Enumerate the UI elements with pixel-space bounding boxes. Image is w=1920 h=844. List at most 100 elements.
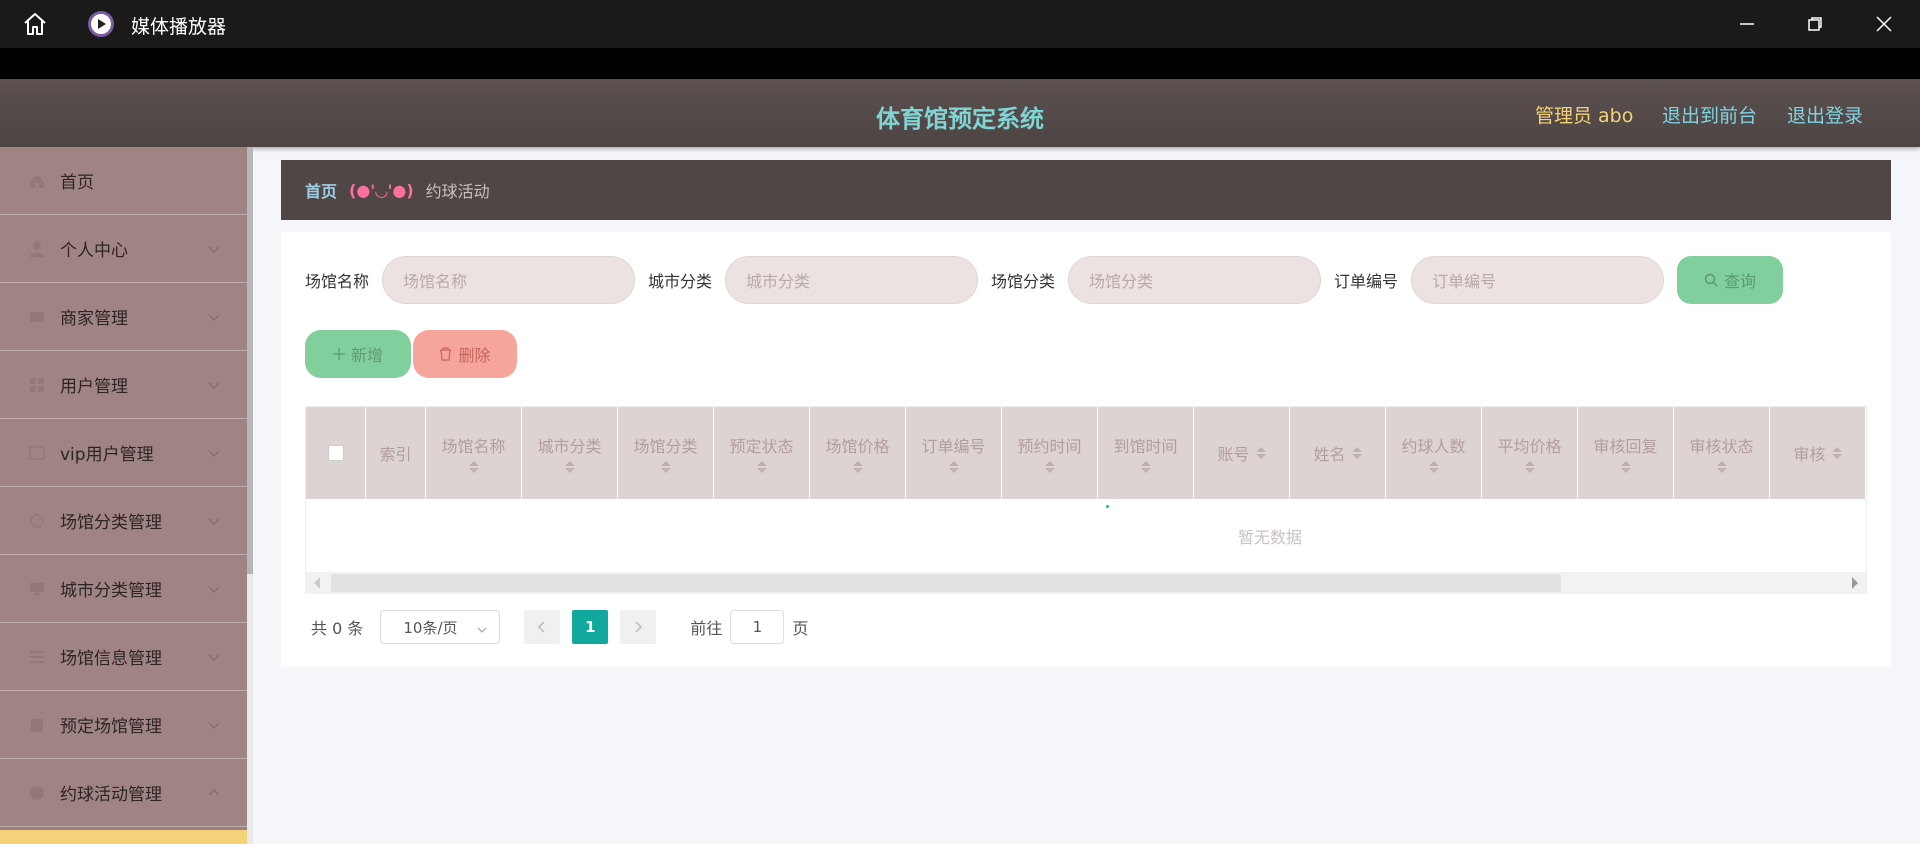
next-page-button[interactable] [620, 610, 657, 644]
delete-button[interactable]: 删除 [413, 330, 517, 378]
column-header[interactable]: 账号 [1194, 407, 1290, 499]
column-header[interactable]: 平均价格 [1482, 407, 1578, 499]
sidebar-item-user[interactable]: 用户管理 [0, 351, 247, 419]
ball-icon [28, 784, 46, 802]
column-header[interactable]: 城市分类 [522, 407, 618, 499]
query-button[interactable]: 查询 [1677, 256, 1784, 304]
breadcrumb-current: 约球活动 [425, 182, 490, 201]
sort-icon[interactable] [948, 461, 959, 473]
column-header[interactable]: 预约时间 [1002, 407, 1098, 499]
minimize-icon[interactable] [1733, 10, 1761, 38]
window-strip [0, 48, 1920, 79]
sidebar-item-label: 预定场馆管理 [60, 717, 162, 737]
column-header[interactable]: 到馆时间 [1098, 407, 1194, 499]
page-size-select[interactable]: 10条/页 [380, 610, 501, 644]
column-header[interactable]: 审核 [1770, 407, 1866, 499]
exit-to-front-link[interactable]: 退出到前台 [1662, 101, 1757, 128]
chevron-down-icon [207, 717, 221, 731]
window-titlebar: 媒体播放器 [0, 0, 1920, 48]
column-header[interactable]: 场馆名称 [426, 407, 522, 499]
sort-icon[interactable] [1255, 447, 1266, 459]
venue-category-input[interactable]: 场馆分类 [1068, 256, 1322, 304]
home-icon[interactable] [22, 11, 48, 37]
sort-icon[interactable] [468, 461, 479, 473]
column-header[interactable]: 审核状态 [1674, 407, 1770, 499]
sort-icon[interactable] [852, 461, 863, 473]
select-all-checkbox[interactable] [327, 445, 344, 461]
column-header-label: 场馆价格 [825, 437, 890, 456]
sidebar-item-venue-category[interactable]: 场馆分类管理 [0, 487, 247, 555]
grid-icon [28, 376, 46, 394]
column-header[interactable]: 预定状态 [714, 407, 810, 499]
column-header-label: 账号 [1217, 445, 1250, 464]
sort-icon[interactable] [1044, 461, 1055, 473]
sidebar-item-ball-activity[interactable]: 约球活动管理 [0, 759, 247, 827]
add-button[interactable]: 新增 [305, 330, 411, 378]
sidebar-item-vip-user[interactable]: vip用户管理 [0, 419, 247, 487]
sidebar-item-label: 场馆分类管理 [60, 513, 162, 533]
sidebar-scrollbar[interactable] [247, 147, 253, 844]
sidebar-item-label: 城市分类管理 [60, 581, 162, 601]
sort-icon[interactable] [1524, 461, 1535, 473]
column-header-label: 预定状态 [729, 437, 794, 456]
sidebar-item-booking[interactable]: 预定场馆管理 [0, 691, 247, 759]
search-form: 场馆名称 场馆名称 城市分类 城市分类 场馆分类 场馆分类 订单编号 订单编号 … [305, 256, 1784, 304]
column-header-label: 场馆名称 [441, 437, 506, 456]
sort-icon[interactable] [1831, 447, 1842, 459]
column-header[interactable]: 姓名 [1290, 407, 1386, 499]
sort-icon[interactable] [1428, 461, 1439, 473]
column-header-label: 审核状态 [1689, 437, 1754, 456]
sidebar-item-city-category[interactable]: 城市分类管理 [0, 555, 247, 623]
column-header[interactable]: 场馆价格 [810, 407, 906, 499]
page-number-current[interactable]: 1 [572, 610, 609, 644]
close-icon[interactable] [1870, 10, 1898, 38]
column-header[interactable]: 场馆分类 [618, 407, 714, 499]
goto-page-input[interactable]: 1 [730, 610, 785, 644]
loading-dot [1106, 505, 1109, 508]
city-category-input[interactable]: 城市分类 [725, 256, 979, 304]
column-header[interactable]: 订单编号 [906, 407, 1002, 499]
column-header-label: 订单编号 [921, 437, 986, 456]
sort-icon[interactable] [1351, 447, 1362, 459]
data-table: 索引 场馆名称 城市分类 场馆分类 预定状态 场馆价格 订单编号 预约时间 到馆… [305, 406, 1867, 594]
venue-category-label: 场馆分类 [991, 272, 1056, 291]
chevron-down-icon [477, 621, 487, 633]
column-header[interactable]: 约球人数 [1386, 407, 1482, 499]
play-icon [88, 11, 114, 37]
column-header-label: 到馆时间 [1113, 437, 1178, 456]
sort-icon[interactable] [564, 461, 575, 473]
sidebar-item-merchant[interactable]: 商家管理 [0, 283, 247, 351]
scroll-left-icon[interactable] [314, 577, 320, 589]
page-size-value: 10条/页 [403, 618, 458, 637]
sort-icon[interactable] [756, 461, 767, 473]
sort-icon[interactable] [1716, 461, 1727, 473]
sidebar-item-home[interactable]: 首页 [0, 147, 247, 215]
logout-link[interactable]: 退出登录 [1787, 101, 1863, 128]
window-title: 媒体播放器 [131, 16, 227, 38]
order-number-input[interactable]: 订单编号 [1411, 256, 1665, 304]
venue-name-input[interactable]: 场馆名称 [382, 256, 636, 304]
trash-icon [439, 347, 452, 361]
pagination-total: 共 0 条 [311, 619, 364, 638]
scroll-right-icon[interactable] [1852, 577, 1858, 589]
column-header-label: 审核 [1793, 445, 1826, 464]
breadcrumb-home[interactable]: 首页 [305, 178, 337, 202]
sidebar-active-submenu[interactable] [0, 830, 247, 844]
column-header-label: 索引 [379, 445, 412, 464]
table-horizontal-scrollbar[interactable] [305, 572, 1867, 594]
home-icon [28, 172, 46, 190]
chevron-down-icon [207, 445, 221, 459]
sort-icon[interactable] [1620, 461, 1631, 473]
user-icon [28, 240, 46, 258]
sort-icon[interactable] [1140, 461, 1151, 473]
sidebar-scrollbar-thumb[interactable] [247, 147, 253, 574]
sidebar-item-venue-info[interactable]: 场馆信息管理 [0, 623, 247, 691]
sidebar-item-personal-center[interactable]: 个人中心 [0, 215, 247, 283]
table-scrollbar-thumb[interactable] [331, 574, 1561, 592]
prev-page-button[interactable] [524, 610, 561, 644]
column-header[interactable]: 审核回复 [1578, 407, 1674, 499]
column-header-label: 姓名 [1313, 445, 1346, 464]
restore-icon[interactable] [1801, 10, 1829, 38]
select-all-header [306, 407, 366, 499]
sort-icon[interactable] [660, 461, 671, 473]
